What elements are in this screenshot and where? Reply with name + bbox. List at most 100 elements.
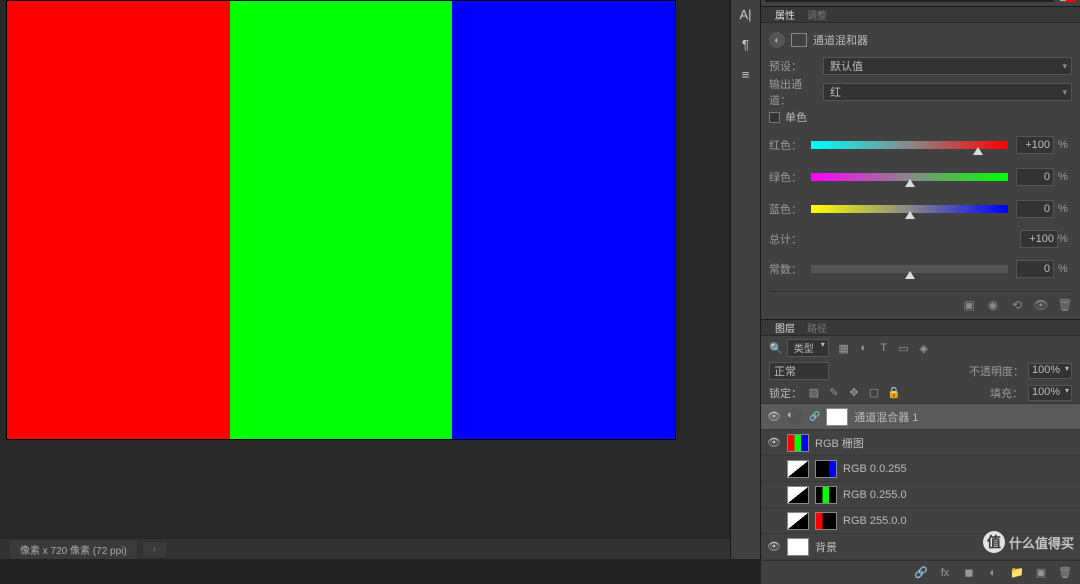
- red-slider-row: 红色： +100 %: [769, 131, 1072, 159]
- layer-mask-thumb[interactable]: [815, 460, 837, 478]
- group-icon[interactable]: 📁: [1010, 566, 1024, 580]
- layer-name[interactable]: RGB 0.0.255: [843, 463, 1074, 475]
- layer-name[interactable]: RGB 0.255.0: [843, 489, 1074, 501]
- visibility-icon[interactable]: 👁: [1034, 298, 1048, 312]
- blue-slider-value[interactable]: 0: [1016, 200, 1054, 218]
- green-slider[interactable]: [811, 173, 1008, 181]
- eye-icon[interactable]: [767, 514, 781, 528]
- filter-pixel-icon[interactable]: ▦: [837, 341, 851, 355]
- delete-layer-icon[interactable]: 🗑: [1058, 566, 1072, 580]
- layer-list: 👁 ◐ 🔗 通道混合器 1 👁 RGB 栅图 RGB 0.0.255: [761, 404, 1080, 560]
- eye-icon[interactable]: 👁: [767, 540, 781, 554]
- tab-paths[interactable]: 路径: [801, 320, 833, 335]
- search-icon[interactable]: 🔍: [769, 342, 783, 355]
- lock-all-icon[interactable]: 🔒: [887, 386, 901, 400]
- delete-icon[interactable]: 🗑: [1058, 298, 1072, 312]
- green-slider-value[interactable]: 0: [1016, 168, 1054, 186]
- filter-shape-icon[interactable]: ▭: [897, 341, 911, 355]
- blue-slider[interactable]: [811, 205, 1008, 213]
- eye-icon[interactable]: [767, 462, 781, 476]
- new-layer-icon[interactable]: ▣: [1034, 566, 1048, 580]
- link-icon: 🔗: [809, 411, 820, 422]
- layer-name[interactable]: 通道混合器 1: [854, 409, 1074, 425]
- filter-adjustment-icon[interactable]: ◐: [857, 341, 871, 355]
- preset-row: 预设： 默认值: [769, 55, 1072, 77]
- mask-icon[interactable]: [791, 33, 807, 47]
- slider-thumb-icon[interactable]: [973, 147, 983, 155]
- preset-select[interactable]: 默认值: [823, 57, 1072, 75]
- layer-mask-thumb[interactable]: [815, 486, 837, 504]
- total-unit: %: [1058, 233, 1072, 245]
- fx-icon[interactable]: fx: [938, 566, 952, 580]
- total-label: 总计：: [769, 231, 1020, 247]
- filter-type-icon[interactable]: T: [877, 341, 891, 355]
- layer-kind-select[interactable]: 类型: [787, 339, 829, 357]
- fill-input[interactable]: 100%: [1028, 385, 1072, 401]
- type-tool-icon[interactable]: A|: [736, 5, 756, 23]
- reset-icon[interactable]: ⟲: [1010, 298, 1024, 312]
- layers-lock-bar: 锁定： ▨ ✎ ✥ ▢ 🔒 填充： 100%: [761, 382, 1080, 404]
- layer-thumb-icon[interactable]: [787, 460, 809, 478]
- red-slider[interactable]: [811, 141, 1008, 149]
- slider-thumb-icon[interactable]: [905, 211, 915, 219]
- lock-position-icon[interactable]: ✥: [847, 386, 861, 400]
- tab-adjustments[interactable]: 调整: [801, 7, 833, 22]
- view-previous-icon[interactable]: ◉: [986, 298, 1000, 312]
- tab-properties[interactable]: 属性: [769, 7, 801, 22]
- blend-mode-select[interactable]: 正常: [769, 362, 829, 380]
- layer-thumb-icon[interactable]: [787, 538, 809, 556]
- document-tab[interactable]: 像素 x 720 像素 (72 ppi): [10, 540, 137, 559]
- tab-chevron-icon[interactable]: ›: [143, 542, 166, 557]
- layer-mask-thumb[interactable]: [815, 512, 837, 530]
- monochrome-checkbox[interactable]: [769, 112, 780, 123]
- color-picker[interactable]: [765, 0, 1054, 2]
- eye-icon[interactable]: [767, 488, 781, 502]
- adjustment-layer-icon[interactable]: ◐: [986, 566, 1000, 580]
- align-tool-icon[interactable]: ≡: [736, 65, 756, 83]
- canvas-image: [6, 0, 676, 440]
- constant-slider-value[interactable]: 0: [1016, 260, 1054, 278]
- paragraph-tool-icon[interactable]: ¶: [736, 35, 756, 53]
- monochrome-row: 单色: [769, 107, 1072, 127]
- eye-icon[interactable]: 👁: [767, 436, 781, 450]
- layer-thumb-icon[interactable]: [787, 512, 809, 530]
- output-channel-select[interactable]: 红: [823, 83, 1072, 101]
- canvas-area: 像素 x 720 像素 (72 ppi) ›: [0, 0, 730, 559]
- vertical-toolbar: A| ¶ ≡: [730, 0, 760, 559]
- mask-icon[interactable]: ◼: [962, 566, 976, 580]
- layer-item[interactable]: 👁 背景: [761, 534, 1080, 560]
- layer-item[interactable]: 👁 RGB 栅图: [761, 430, 1080, 456]
- opacity-input[interactable]: 100%: [1028, 363, 1072, 379]
- link-layers-icon[interactable]: 🔗: [914, 566, 928, 580]
- layer-thumb-icon[interactable]: ◐: [787, 409, 803, 425]
- layer-thumb-icon[interactable]: [787, 434, 809, 452]
- layer-name[interactable]: 背景: [815, 539, 1074, 555]
- slider-thumb-icon[interactable]: [905, 271, 915, 279]
- clip-to-layer-icon[interactable]: ▣: [962, 298, 976, 312]
- lock-artboard-icon[interactable]: ▢: [867, 386, 881, 400]
- lock-label: 锁定：: [769, 385, 802, 401]
- layer-item[interactable]: RGB 0.0.255: [761, 456, 1080, 482]
- constant-slider[interactable]: [811, 265, 1008, 273]
- layer-item[interactable]: 👁 ◐ 🔗 通道混合器 1: [761, 404, 1080, 430]
- eye-icon[interactable]: 👁: [767, 410, 781, 424]
- fill-label: 填充：: [990, 385, 1023, 401]
- layer-thumb-icon[interactable]: [787, 486, 809, 504]
- layer-name[interactable]: RGB 栅图: [815, 435, 1074, 451]
- tab-layers[interactable]: 图层: [769, 320, 801, 335]
- red-slider-value[interactable]: +100: [1016, 136, 1054, 154]
- adjustment-title-row: ◐ 通道混和器: [769, 29, 1072, 51]
- layer-mask-thumb[interactable]: [826, 408, 848, 426]
- lock-pixels-icon[interactable]: ✎: [827, 386, 841, 400]
- slider-thumb-icon[interactable]: [905, 179, 915, 187]
- blue-slider-unit: %: [1058, 203, 1072, 215]
- layer-name[interactable]: RGB 255.0.0: [843, 515, 1074, 527]
- layer-item[interactable]: RGB 0.255.0: [761, 482, 1080, 508]
- stripe-green: [230, 1, 453, 439]
- lock-transparent-icon[interactable]: ▨: [807, 386, 821, 400]
- hue-slider[interactable]: [1060, 0, 1076, 2]
- canvas-viewport[interactable]: [0, 0, 730, 559]
- layer-item[interactable]: RGB 255.0.0: [761, 508, 1080, 534]
- filter-smart-icon[interactable]: ◈: [917, 341, 931, 355]
- channel-mixer-icon: ◐: [769, 32, 785, 48]
